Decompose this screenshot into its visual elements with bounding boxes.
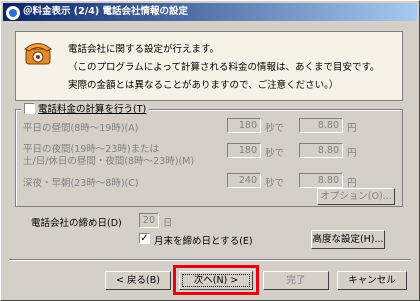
cancel-button[interactable]: キャンセル xyxy=(337,271,407,290)
info-panel: 電話会社に関する設定が行えます。 （このプログラムによって計算される料金の情報は… xyxy=(15,31,403,101)
seconds-unit: 秒で xyxy=(265,123,285,134)
back-button[interactable]: < 戻る(B) xyxy=(105,271,171,290)
yen-unit: 円 xyxy=(347,148,357,159)
seconds-field-latenight[interactable]: 240 xyxy=(227,173,261,188)
seconds-field-night[interactable]: 180 xyxy=(227,143,261,158)
footer-divider xyxy=(9,259,411,261)
telephone-icon xyxy=(24,43,52,65)
yen-unit: 円 xyxy=(347,123,357,134)
closing-day-field[interactable]: 20 xyxy=(139,213,159,228)
rate-label-day: 平日の昼間(8時～19時)(A) xyxy=(23,123,139,134)
options-button[interactable]: オプション(O)... xyxy=(317,188,395,205)
info-line-2: （このプログラムによって計算される料金の情報は、あくまで目安です。 xyxy=(68,62,380,73)
seconds-field-day[interactable]: 180 xyxy=(227,118,261,133)
yen-unit: 円 xyxy=(347,178,357,189)
app-icon xyxy=(5,5,21,21)
finish-button[interactable]: 完了 xyxy=(263,271,329,290)
calc-checkbox-row[interactable]: 電話料金の計算を行う(T) xyxy=(21,101,150,115)
month-end-label: 月末を締め日とする(E) xyxy=(154,236,253,247)
closing-day-label: 電話会社の締め日(D) xyxy=(31,218,122,229)
rate-label-latenight: 深夜・早朝(23時～8時)(C) xyxy=(23,178,139,189)
rate-label-night-2: 土/日/休日の昼間・夜間(8時～23時)(M) xyxy=(23,156,195,167)
info-line-1: 電話会社に関する設定が行えます。 xyxy=(68,44,220,55)
yen-field-latenight[interactable]: 8.80 xyxy=(299,173,343,188)
calc-checkbox[interactable] xyxy=(24,103,35,114)
yen-field-day[interactable]: 8.80 xyxy=(299,118,343,133)
closing-day-unit: 日 xyxy=(163,218,173,229)
info-line-3: 実際の金額とは異なることがありますので、ご注意ください。） xyxy=(68,80,339,91)
dialog-window: ＠料金表示 (2/4) 電話会社情報の設定 電話会社に関する設定が行えます。 （… xyxy=(0,0,420,301)
next-button-highlight xyxy=(173,265,259,295)
yen-field-night[interactable]: 8.80 xyxy=(299,143,343,158)
seconds-unit: 秒で xyxy=(265,178,285,189)
calc-checkbox-label: 電話料金の計算を行う(T) xyxy=(38,104,147,115)
title-bar[interactable]: ＠料金表示 (2/4) 電話会社情報の設定 xyxy=(3,3,417,21)
seconds-unit: 秒で xyxy=(265,148,285,159)
month-end-checkbox[interactable]: ✓ xyxy=(139,233,150,244)
window-title: ＠料金表示 (2/4) 電話会社情報の設定 xyxy=(23,6,188,17)
advanced-settings-button[interactable]: 高度な設定(H)... xyxy=(311,230,385,249)
